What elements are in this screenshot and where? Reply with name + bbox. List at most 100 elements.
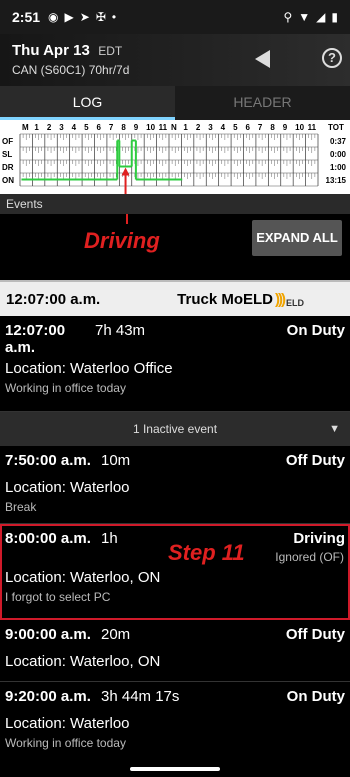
inactive-events-toggle[interactable]: 1 Inactive event ▼ [0,412,350,446]
driving-annotation: Driving [84,228,160,253]
signal-waves-icon: ))) [275,290,286,308]
location-icon: ⚲ [283,10,293,24]
driving-arrow-head [121,167,130,176]
event-item[interactable]: 7:50:00 a.m. 10m Off Duty Location: Wate… [0,446,350,524]
hour-label: 9 [283,123,288,132]
row-label: OF [2,137,13,146]
hour-label: 10 [146,123,155,132]
hour-label: 10 [295,123,304,132]
event-sub-status: Ignored (OF) [275,550,344,564]
event-note: I forgot to select PC [5,590,111,604]
event-duration: 7h 43m [95,322,146,339]
hour-label: 8 [121,123,126,132]
expand-all-button[interactable]: EXPAND ALL [252,220,342,256]
help-icon[interactable]: ? [322,48,342,68]
signal-icon: ◢ [316,10,326,24]
hour-label: N [171,123,177,132]
hour-label: 4 [72,123,77,132]
event-location: Location: Waterloo [5,479,130,496]
hour-label: 1 [183,123,188,132]
event-time: 12:07:00 a.m. [5,322,66,356]
chevron-down-icon: ▼ [329,423,340,435]
fan-icon: ✠ [95,10,106,24]
hour-label: 2 [196,123,201,132]
event-location: Location: Waterloo [5,715,130,732]
log-date: Thu Apr 13 [12,42,90,59]
hour-label: 3 [59,123,64,132]
timezone: EDT [98,44,123,58]
event-item[interactable]: 9:20:00 a.m. 3h 44m 17s On Duty Location… [0,682,350,762]
wifi-icon: ▼ [298,10,311,24]
log-graph: M 1 2 3 4 5 6 7 8 9 10 11 N 1 2 3 4 5 6 7 8 9 10 11 TOT OF 0:37 SL 0… [0,120,350,194]
row-label: SL [2,150,12,159]
event-item[interactable]: 12:07:00 a.m. 7h 43m On Duty Location: W… [0,316,350,412]
hour-label: 7 [258,123,263,132]
back-arrow-icon[interactable] [255,50,270,68]
row-total: 0:37 [330,137,347,146]
row-total: 0:00 [330,150,347,159]
youtube-icon: ▶ [64,10,74,24]
day-start-time: 12:07:00 a.m. [6,290,101,308]
tab-bar: LOG HEADER [0,86,350,120]
annotation-area: Driving EXPAND ALL [0,214,350,280]
hour-label: 7 [109,123,114,132]
send-icon: ➤ [79,10,90,24]
hour-label: 11 [159,123,168,132]
row-total: 13:15 [326,176,347,185]
hour-label: 3 [208,123,213,132]
event-duration: 3h 44m 17s [101,688,180,705]
events-header: Events [0,194,350,214]
event-note: Working in office today [5,736,126,750]
hour-label: 8 [270,123,275,132]
tab-header[interactable]: HEADER [175,86,350,120]
hour-label: 5 [84,123,89,132]
step-annotation: Step 11 [168,540,245,565]
event-duration: 10m [101,452,131,469]
day-start-bar: 12:07:00 a.m. Truck MoELD ))) ELD [0,280,350,316]
event-time: 7:50:00 a.m. [5,452,91,469]
cycle-rule: CAN (S60C1) 70hr/7d [12,63,130,77]
event-status: Driving [293,530,345,547]
event-duration: 20m [101,626,131,643]
log-graph-svg: M 1 2 3 4 5 6 7 8 9 10 11 N 1 2 3 4 5 6 7 8 9 10 11 TOTOF 0:37SL 0… [2,123,347,194]
event-note: Working in office today [5,381,126,395]
event-time: 9:00:00 a.m. [5,626,91,643]
status-bar: 2:51 ◉ ▶ ➤ ✠ • ⚲ ▼ ◢ ▮ [0,0,350,34]
event-item-highlighted[interactable]: 8:00:00 a.m. 1h Driving Ignored (OF) Ste… [0,524,350,620]
hour-label: 2 [47,123,52,132]
event-status: Off Duty [285,626,345,643]
event-status: Off Duty [285,452,345,469]
total-header: TOT [328,123,344,132]
row-label: ON [2,176,14,185]
hour-label: 4 [221,123,226,132]
event-status: On Duty [286,688,345,705]
row-total: 1:00 [330,163,347,172]
hour-label: 6 [246,123,251,132]
event-location: Location: Waterloo, ON [5,653,161,670]
hour-label: 6 [97,123,102,132]
message-icon: ◉ [48,10,59,24]
event-note: Break [5,500,37,514]
home-indicator[interactable] [130,767,220,771]
date-line: Thu Apr 13 EDT [12,42,338,60]
hour-label: 9 [134,123,139,132]
app-header: Thu Apr 13 EDT CAN (S60C1) 70hr/7d ? [0,34,350,86]
battery-icon: ▮ [331,10,338,24]
hour-label: 11 [308,123,317,132]
event-time: 8:00:00 a.m. [5,530,91,547]
event-status: On Duty [286,322,345,339]
event-time: 9:20:00 a.m. [5,688,91,705]
tab-log[interactable]: LOG [0,86,175,120]
row-label: DR [2,163,14,172]
clock: 2:51 [12,9,41,25]
event-location: Location: Waterloo, ON [5,569,161,586]
inactive-events-label: 1 Inactive event [132,422,218,436]
hour-label: 5 [233,123,238,132]
event-location: Location: Waterloo Office [5,360,173,377]
eld-sub-label: ELD [286,298,304,308]
eld-brand-name: Truck MoELD [177,290,273,308]
event-item[interactable]: 9:00:00 a.m. 20m Off Duty Location: Wate… [0,620,350,682]
dot-icon: • [111,10,117,24]
event-duration: 1h [101,530,118,547]
hour-label: M [22,123,29,132]
